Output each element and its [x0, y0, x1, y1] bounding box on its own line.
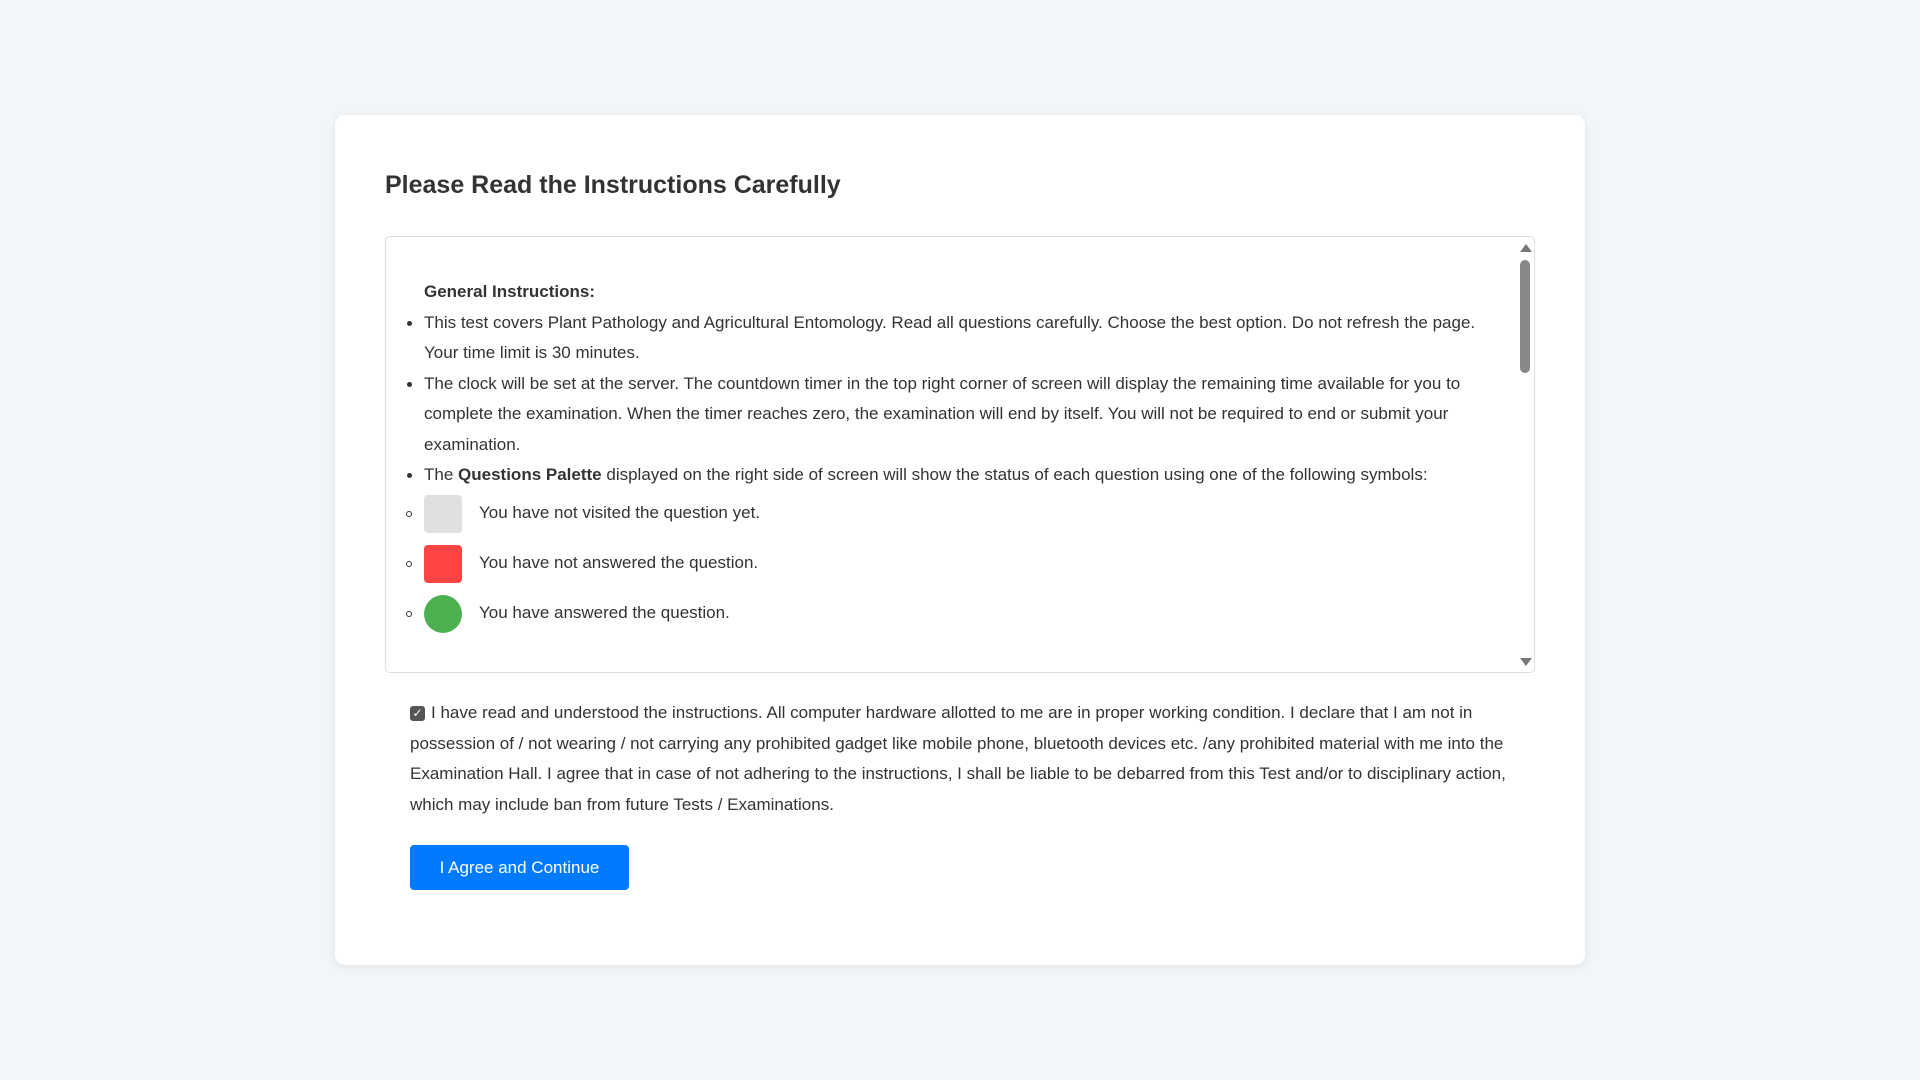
instructions-content: General Instructions: This test covers P…: [386, 237, 1516, 645]
declaration: ✓ I have read and understood the instruct…: [410, 698, 1520, 820]
agree-checkbox[interactable]: ✓: [410, 706, 425, 721]
agree-continue-button[interactable]: I Agree and Continue: [410, 845, 629, 890]
instructions-list: This test covers Plant Pathology and Agr…: [407, 308, 1516, 491]
palette-prefix: The: [424, 465, 459, 484]
symbol-item: You have answered the question.: [406, 594, 1516, 633]
symbol-legend-list: You have not visited the question yet. Y…: [406, 494, 1516, 633]
symbol-label: You have answered the question.: [479, 603, 730, 623]
symbol-item: You have not answered the question.: [406, 544, 1516, 583]
palette-suffix: displayed on the right side of screen wi…: [601, 465, 1428, 484]
not-answered-symbol: [424, 544, 462, 583]
instruction-item: This test covers Plant Pathology and Agr…: [407, 308, 1516, 369]
instruction-item: The clock will be set at the server. The…: [407, 369, 1516, 461]
not-visited-symbol: [424, 494, 462, 533]
section-heading: General Instructions:: [424, 282, 595, 301]
scroll-thumb[interactable]: [1520, 260, 1530, 373]
declaration-text: I have read and understood the instructi…: [410, 703, 1506, 814]
symbol-item: You have not visited the question yet.: [406, 494, 1516, 533]
symbol-label: You have not answered the question.: [479, 553, 759, 573]
instructions-card: Please Read the Instructions Carefully G…: [335, 115, 1585, 965]
symbol-label: You have not visited the question yet.: [479, 503, 761, 523]
scrollbar[interactable]: [1516, 237, 1534, 672]
palette-bold: Questions Palette: [458, 465, 602, 484]
instruction-item-palette: The Questions Palette displayed on the r…: [407, 460, 1516, 491]
instructions-scroll-box[interactable]: General Instructions: This test covers P…: [385, 236, 1535, 673]
scroll-down-arrow-icon[interactable]: [1520, 658, 1532, 666]
page-title: Please Read the Instructions Carefully: [385, 171, 841, 199]
scroll-up-arrow-icon[interactable]: [1520, 244, 1532, 252]
answered-symbol: [424, 594, 462, 633]
